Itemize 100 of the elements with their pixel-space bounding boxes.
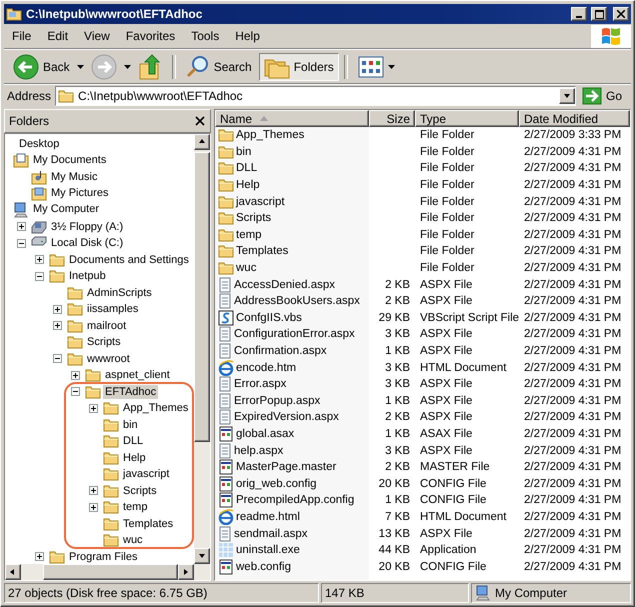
file-date: 2/27/2009 4:31 PM xyxy=(523,144,622,160)
tree-item[interactable]: My Music xyxy=(49,170,100,185)
go-button[interactable]: Go xyxy=(580,85,628,107)
tree-item[interactable]: Desktop xyxy=(17,137,62,152)
maximize-button[interactable] xyxy=(591,7,607,21)
tree-item[interactable]: temp xyxy=(121,500,150,514)
tree-item[interactable]: 3½ Floppy (A:) xyxy=(49,220,126,234)
address-bar[interactable]: C:\Inetpub\wwwroot\EFTAdhoc xyxy=(55,86,576,106)
tree-item[interactable]: Templates xyxy=(121,516,176,531)
expand-toggle[interactable] xyxy=(89,486,98,496)
menu-item[interactable]: View xyxy=(76,29,118,43)
tree-item[interactable]: wuc xyxy=(121,533,145,548)
expand-toggle[interactable] xyxy=(89,502,98,512)
scroll-up-button[interactable] xyxy=(194,134,210,150)
file-name[interactable]: temp xyxy=(215,226,369,244)
tree-item[interactable]: DLL xyxy=(121,434,146,448)
expand-toggle[interactable] xyxy=(17,222,26,232)
tree-item[interactable]: Inetpub xyxy=(67,269,108,284)
expand-toggle[interactable] xyxy=(71,387,80,396)
scroll-down-button[interactable] xyxy=(194,548,210,564)
file-name[interactable]: Scripts xyxy=(215,210,369,227)
tree-item[interactable]: App_Themes xyxy=(121,401,190,416)
dropdown-button[interactable] xyxy=(558,88,575,104)
tree-item[interactable]: My Documents xyxy=(31,153,108,168)
menu-item[interactable]: Favorites xyxy=(118,29,184,43)
file-name[interactable]: Error.aspx xyxy=(215,376,369,392)
minimize-button[interactable] xyxy=(571,7,587,21)
file-name[interactable]: Confirmation.aspx xyxy=(215,342,369,360)
tree-item[interactable]: EFTAdhoc xyxy=(103,384,158,399)
file-name[interactable]: web.config xyxy=(215,558,369,576)
expand-toggle[interactable] xyxy=(35,272,44,281)
menu-item[interactable]: Help xyxy=(227,29,268,43)
file-name[interactable]: PrecompiledApp.config xyxy=(215,492,369,509)
scroll-thumb[interactable] xyxy=(43,564,178,580)
back-button[interactable]: Back xyxy=(8,52,75,80)
search-button[interactable]: Search xyxy=(180,52,257,80)
file-name[interactable]: global.asax xyxy=(215,426,369,442)
file-name[interactable]: uninstall.exe xyxy=(215,542,369,558)
views-icon xyxy=(358,56,384,78)
scroll-right-button[interactable] xyxy=(178,564,194,580)
expand-toggle[interactable] xyxy=(89,404,98,413)
file-name[interactable]: Help xyxy=(215,176,369,194)
file-name[interactable]: Templates xyxy=(215,243,369,260)
menu-item[interactable]: Tools xyxy=(183,29,228,43)
tree-item[interactable]: Scripts xyxy=(121,484,159,498)
address-field[interactable]: C:\Inetpub\wwwroot\EFTAdhoc xyxy=(78,89,555,103)
menu-item[interactable]: Edit xyxy=(39,29,76,43)
column-header[interactable]: Type xyxy=(415,110,519,127)
horizontal-scrollbar[interactable] xyxy=(5,564,210,580)
file-name[interactable]: readme.html xyxy=(215,508,369,526)
file-name[interactable]: MasterPage.master xyxy=(215,458,369,476)
page-icon xyxy=(218,442,232,459)
expand-toggle[interactable] xyxy=(53,354,62,364)
vertical-scrollbar[interactable] xyxy=(194,134,210,564)
file-name[interactable]: sendmail.aspx xyxy=(215,525,369,542)
scroll-thumb[interactable] xyxy=(194,152,210,442)
file-name[interactable]: AddressBookUsers.aspx xyxy=(215,292,369,310)
tree-item[interactable]: Help xyxy=(121,450,148,465)
folder-icon xyxy=(218,161,234,176)
tree-item[interactable]: iissamples xyxy=(85,302,140,316)
tree-item[interactable]: Scripts xyxy=(85,335,123,350)
tree-item[interactable]: Local Disk (C:) xyxy=(49,236,126,250)
file-name[interactable]: ExpiredVersion.aspx xyxy=(215,409,369,426)
column-header[interactable]: Name xyxy=(215,110,369,127)
tree-item[interactable]: javascript xyxy=(121,467,172,482)
expand-toggle[interactable] xyxy=(53,321,62,330)
expand-toggle[interactable] xyxy=(35,552,44,562)
file-name[interactable]: help.aspx xyxy=(215,442,369,459)
column-header[interactable]: Date Modified xyxy=(519,110,630,127)
tree-item[interactable]: My Computer xyxy=(31,202,102,218)
file-name[interactable]: ErrorPopup.aspx xyxy=(215,392,369,410)
expand-toggle[interactable] xyxy=(17,238,26,248)
file-name[interactable]: App_Themes xyxy=(215,127,369,144)
tree-item[interactable]: Documents and Settings xyxy=(67,252,191,267)
tree-item[interactable]: My Pictures xyxy=(49,186,110,202)
folders-button[interactable]: Folders xyxy=(258,52,339,80)
tree-item[interactable]: wwwroot xyxy=(85,352,132,366)
file-name[interactable]: encode.htm xyxy=(215,359,369,376)
file-name[interactable]: javascript xyxy=(215,193,369,210)
scroll-left-button[interactable] xyxy=(5,564,21,580)
tree-item[interactable]: AdminScripts xyxy=(85,286,154,300)
column-header[interactable]: Size xyxy=(369,110,415,127)
file-name[interactable]: ConfigurationError.aspx xyxy=(215,326,369,343)
expand-toggle[interactable] xyxy=(35,255,44,264)
file-name[interactable]: orig_web.config xyxy=(215,475,369,492)
tree-item[interactable]: aspnet_client xyxy=(103,368,172,382)
script-icon xyxy=(218,310,234,326)
tree-item[interactable]: Program Files xyxy=(67,550,140,564)
close-button[interactable] xyxy=(194,115,206,127)
file-name[interactable]: DLL xyxy=(215,160,369,177)
tree-item[interactable]: mailroot xyxy=(85,318,128,333)
file-name[interactable]: bin xyxy=(215,144,369,160)
file-name[interactable]: AccessDenied.aspx xyxy=(215,276,369,293)
expand-toggle[interactable] xyxy=(71,370,80,380)
expand-toggle[interactable] xyxy=(53,304,62,314)
file-name[interactable]: ConfgIIS.vbs xyxy=(215,310,369,326)
tree-item[interactable]: bin xyxy=(121,418,140,432)
folder-icon xyxy=(85,368,101,382)
menu-item[interactable]: File xyxy=(4,29,40,43)
file-name[interactable]: wuc xyxy=(215,260,369,276)
